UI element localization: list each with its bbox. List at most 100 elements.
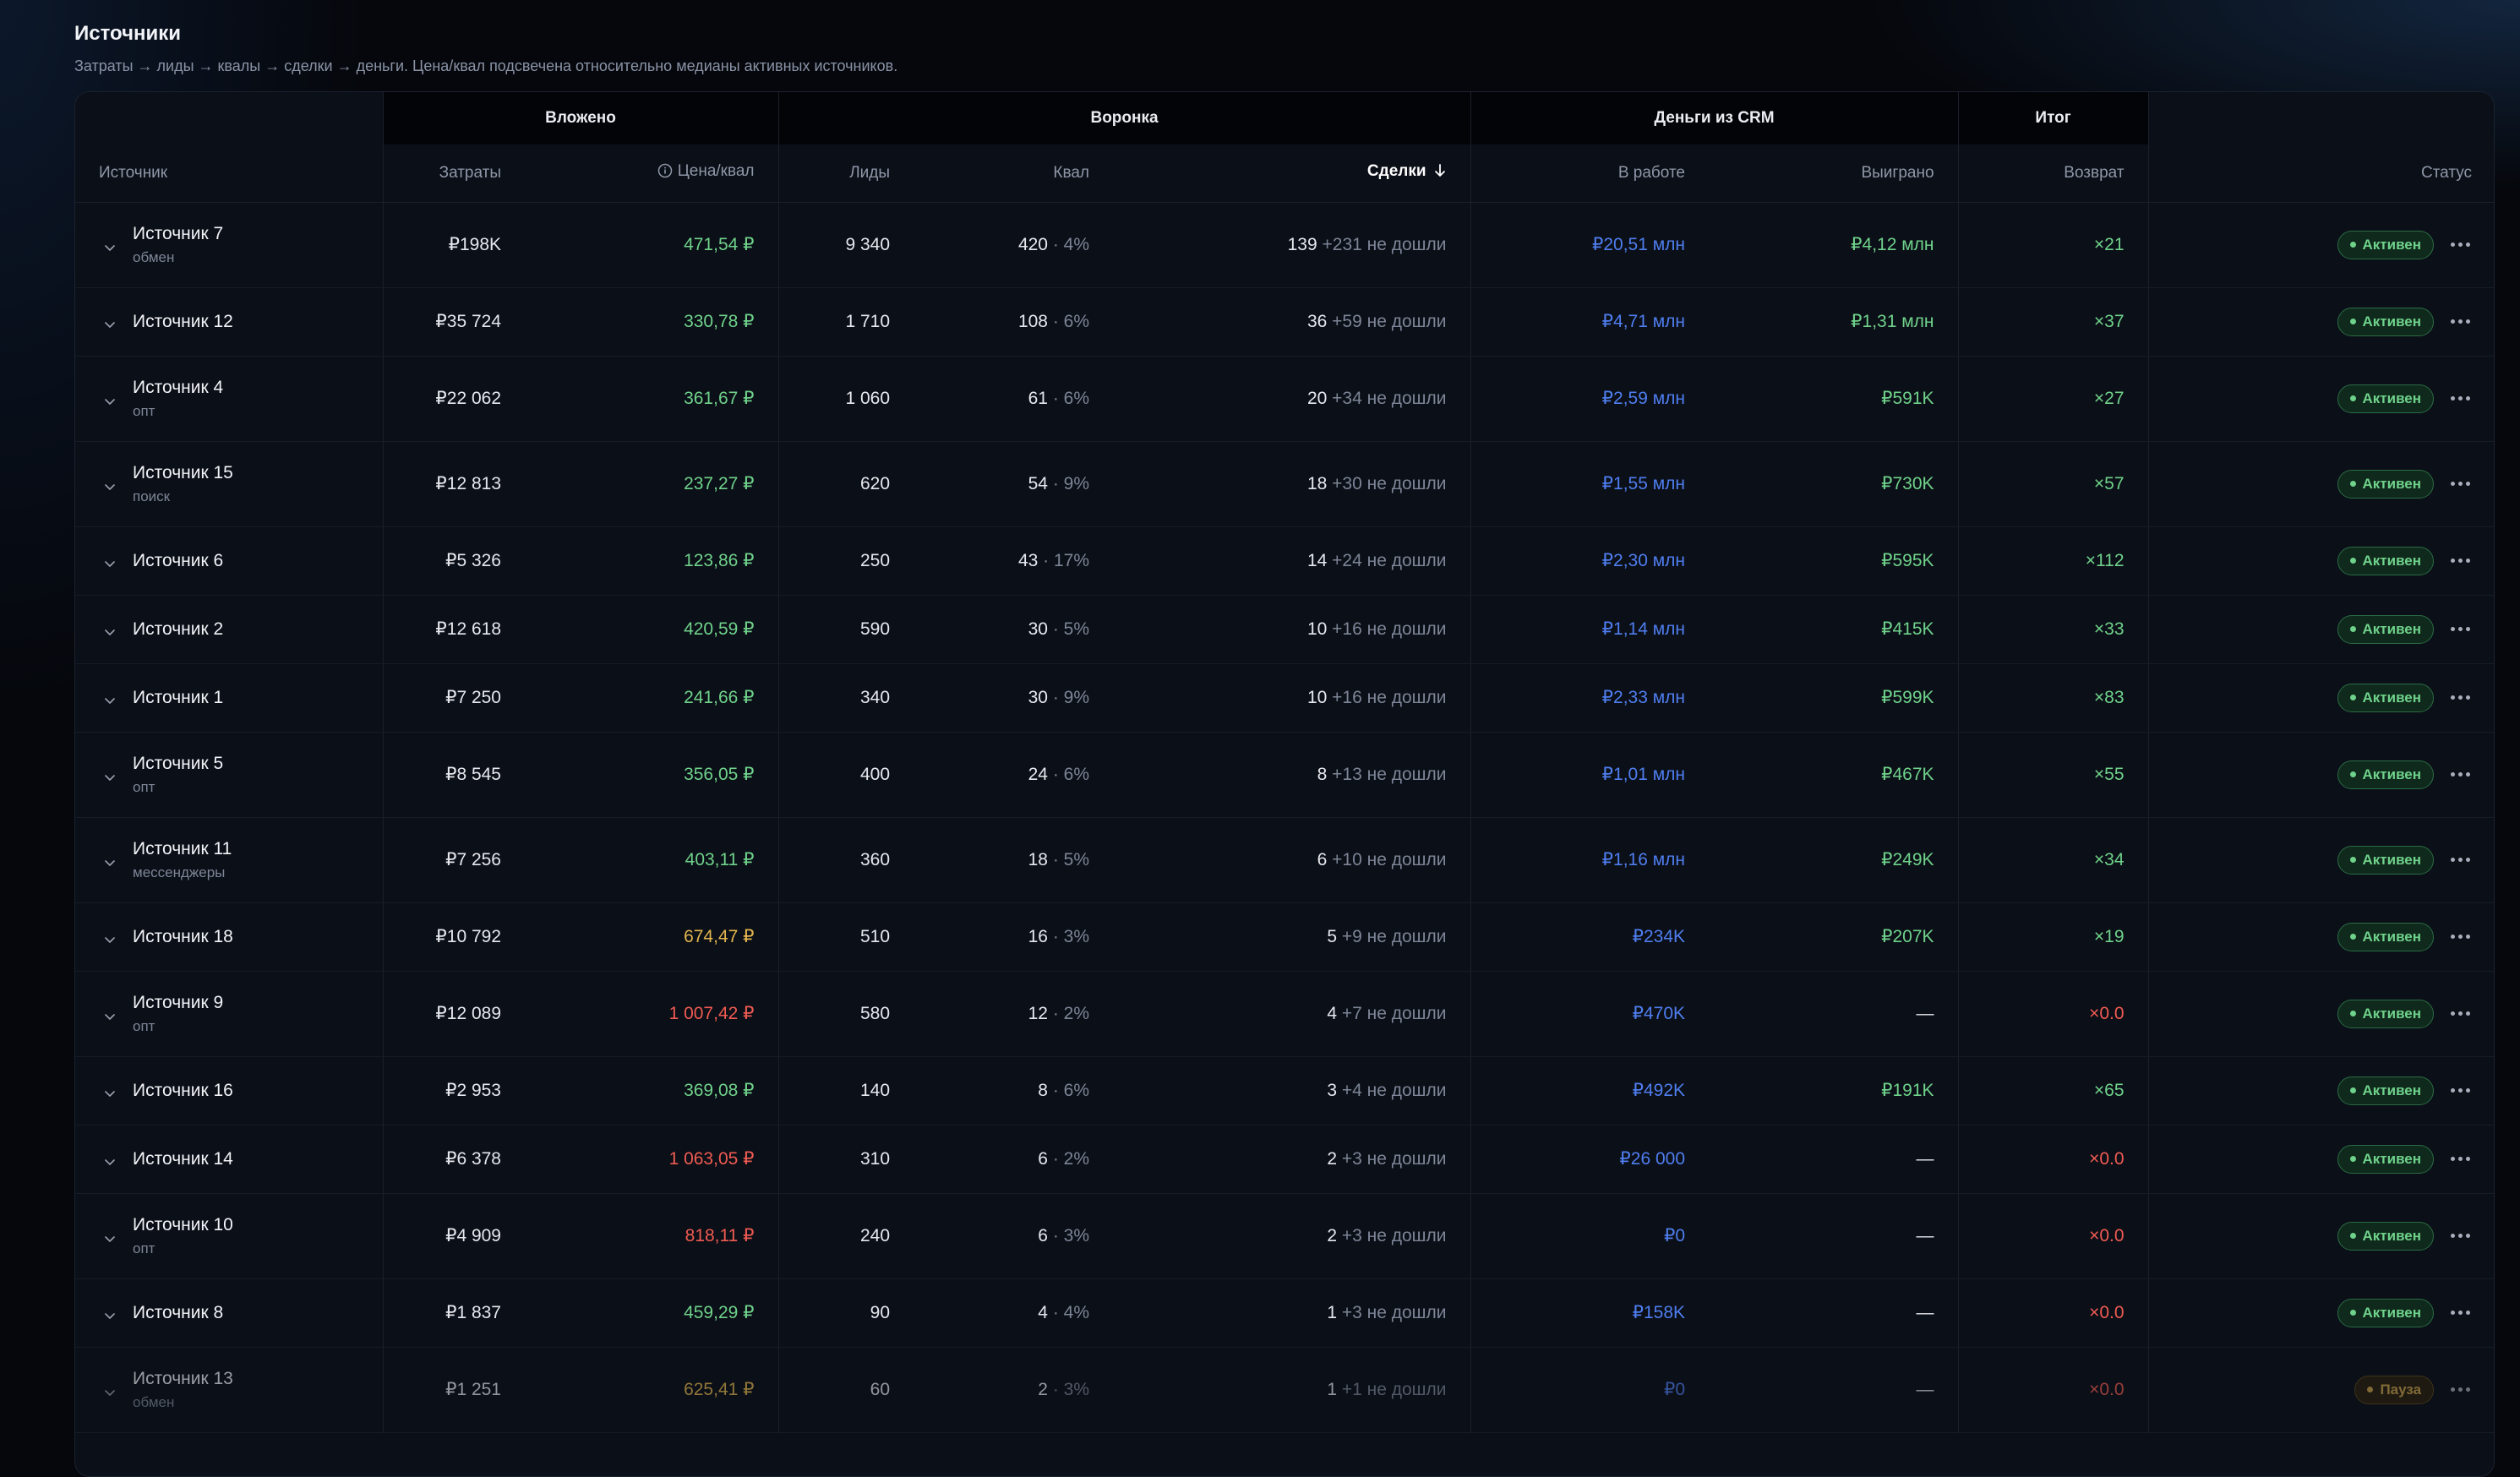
source-name[interactable]: Источник 1 [133,688,223,708]
column-header-cost[interactable]: Затраты [382,144,525,203]
group-header-blank [75,92,383,144]
status-badge[interactable]: Активен [2337,999,2435,1028]
chevron-down-icon[interactable] [99,852,121,874]
more-options-icon[interactable] [2449,1006,2472,1021]
arrow-down-icon[interactable] [1433,163,1447,183]
chevron-down-icon[interactable] [99,1006,121,1027]
chevron-down-icon[interactable] [99,621,121,643]
more-options-icon[interactable] [2449,391,2472,406]
qual-value: 54 [1028,473,1048,493]
more-options-icon[interactable] [2449,1083,2472,1098]
status-badge[interactable]: Активен [2337,1221,2435,1251]
chevron-down-icon[interactable] [99,313,121,335]
chevron-down-icon[interactable] [99,1082,121,1104]
chevron-down-icon[interactable] [99,1228,121,1250]
source-name[interactable]: Источник 9 [133,993,223,1013]
more-options-icon[interactable] [2449,237,2472,252]
more-options-icon[interactable] [2449,1229,2472,1243]
column-header-qual[interactable]: Квал [914,144,1114,203]
info-icon[interactable] [657,163,673,183]
table-row[interactable]: Источник 4 опт ₽22 062 361,67 ₽ 1 060 61… [75,356,2494,442]
chevron-down-icon[interactable] [99,766,121,788]
qual-percent: 6% [1063,311,1090,331]
table-row[interactable]: Источник 13 обмен ₽1 251 625,41 ₽ 60 2 ·… [75,1347,2494,1433]
status-badge[interactable]: Активен [2337,683,2435,712]
status-badge[interactable]: Активен [2337,469,2435,499]
column-header-won[interactable]: Выиграно [1709,144,1959,203]
status-cell: Активен [2147,1278,2494,1348]
source-name[interactable]: Источник 13 [133,1369,233,1389]
status-badge[interactable]: Активен [2337,922,2435,951]
table-row[interactable]: Источник 10 опт ₽4 909 818,11 ₽ 240 6 · … [75,1193,2494,1279]
table-row[interactable]: Источник 2 ₽12 618 420,59 ₽ 590 30 · 5% … [75,595,2494,664]
column-header-in-work[interactable]: В работе [1470,144,1710,203]
more-options-icon[interactable] [2449,690,2472,705]
table-row[interactable]: Источник 5 опт ₽8 545 356,05 ₽ 400 24 · … [75,732,2494,818]
status-badge[interactable]: Активен [2337,1298,2435,1327]
chevron-down-icon[interactable] [99,390,121,412]
chevron-down-icon[interactable] [99,1382,121,1403]
chevron-down-icon[interactable] [99,929,121,951]
source-name[interactable]: Источник 8 [133,1303,223,1323]
table-row[interactable]: Источник 9 опт ₽12 089 1 007,42 ₽ 580 12… [75,971,2494,1057]
source-name[interactable]: Источник 7 [133,224,223,244]
column-header-leads[interactable]: Лиды [777,144,914,203]
more-options-icon[interactable] [2449,767,2472,782]
chevron-down-icon[interactable] [99,1151,121,1173]
chevron-down-icon[interactable] [99,1305,121,1327]
more-options-icon[interactable] [2449,622,2472,636]
more-options-icon[interactable] [2449,1305,2472,1320]
more-options-icon[interactable] [2449,853,2472,867]
source-name[interactable]: Источник 6 [133,551,223,571]
status-dot-icon [2349,1011,2356,1016]
source-name[interactable]: Источник 14 [133,1149,233,1169]
column-header-cpq[interactable]: Цена/квал [525,144,779,203]
chevron-down-icon[interactable] [99,237,121,259]
source-name[interactable]: Источник 5 [133,754,223,774]
status-badge[interactable]: Активен [2337,307,2435,336]
source-name[interactable]: Источник 18 [133,927,233,947]
status-badge[interactable]: Пауза [2354,1375,2435,1404]
source-name[interactable]: Источник 15 [133,463,233,483]
more-options-icon[interactable] [2449,929,2472,944]
table-row[interactable]: Источник 15 поиск ₽12 813 237,27 ₽ 620 5… [75,441,2494,527]
status-badge[interactable]: Активен [2337,546,2435,575]
column-header-status[interactable]: Статус [2147,144,2494,203]
table-row[interactable]: Источник 12 ₽35 724 330,78 ₽ 1 710 108 ·… [75,287,2494,357]
source-cell: Источник 6 [75,526,383,596]
more-options-icon[interactable] [2449,477,2472,491]
source-name[interactable]: Источник 12 [133,312,233,332]
status-badge[interactable]: Активен [2337,1144,2435,1174]
table-row[interactable]: Источник 16 ₽2 953 369,08 ₽ 140 8 · 6% 3… [75,1056,2494,1125]
column-header-return[interactable]: Возврат [1957,144,2149,203]
table-row[interactable]: Источник 1 ₽7 250 241,66 ₽ 340 30 · 9% 1… [75,663,2494,733]
more-options-icon[interactable] [2449,553,2472,568]
column-header-deals[interactable]: Сделки [1113,144,1471,203]
more-options-icon[interactable] [2449,1382,2472,1397]
table-row[interactable]: Источник 18 ₽10 792 674,47 ₽ 510 16 · 3%… [75,902,2494,972]
status-badge[interactable]: Активен [2337,384,2435,413]
table-row[interactable]: Источник 7 обмен ₽198K 471,54 ₽ 9 340 42… [75,202,2494,288]
status-badge[interactable]: Активен [2337,845,2435,875]
table-row[interactable]: Источник 11 мессенджеры ₽7 256 403,11 ₽ … [75,817,2494,903]
chevron-down-icon[interactable] [99,689,121,711]
source-name[interactable]: Источник 2 [133,619,223,640]
column-header-source[interactable]: Источник [75,144,383,203]
chevron-down-icon[interactable] [99,553,121,575]
more-options-icon[interactable] [2449,1152,2472,1166]
table-row[interactable]: Источник 6 ₽5 326 123,86 ₽ 250 43 · 17% … [75,526,2494,596]
more-options-icon[interactable] [2449,314,2472,329]
status-badge[interactable]: Активен [2337,1076,2435,1105]
source-name[interactable]: Источник 4 [133,378,223,398]
table-row[interactable]: Источник 14 ₽6 378 1 063,05 ₽ 310 6 · 2%… [75,1125,2494,1194]
cpq-cell: 818,11 ₽ [525,1193,779,1279]
page-title: Источники [74,22,182,45]
source-name[interactable]: Источник 10 [133,1215,233,1235]
source-name[interactable]: Источник 11 [133,839,232,859]
status-badge[interactable]: Активен [2337,230,2435,259]
status-badge[interactable]: Активен [2337,760,2435,789]
table-row[interactable]: Источник 8 ₽1 837 459,29 ₽ 90 4 · 4% 1 +… [75,1278,2494,1348]
chevron-down-icon[interactable] [99,476,121,498]
source-name[interactable]: Источник 16 [133,1081,233,1101]
status-badge[interactable]: Активен [2337,614,2435,644]
